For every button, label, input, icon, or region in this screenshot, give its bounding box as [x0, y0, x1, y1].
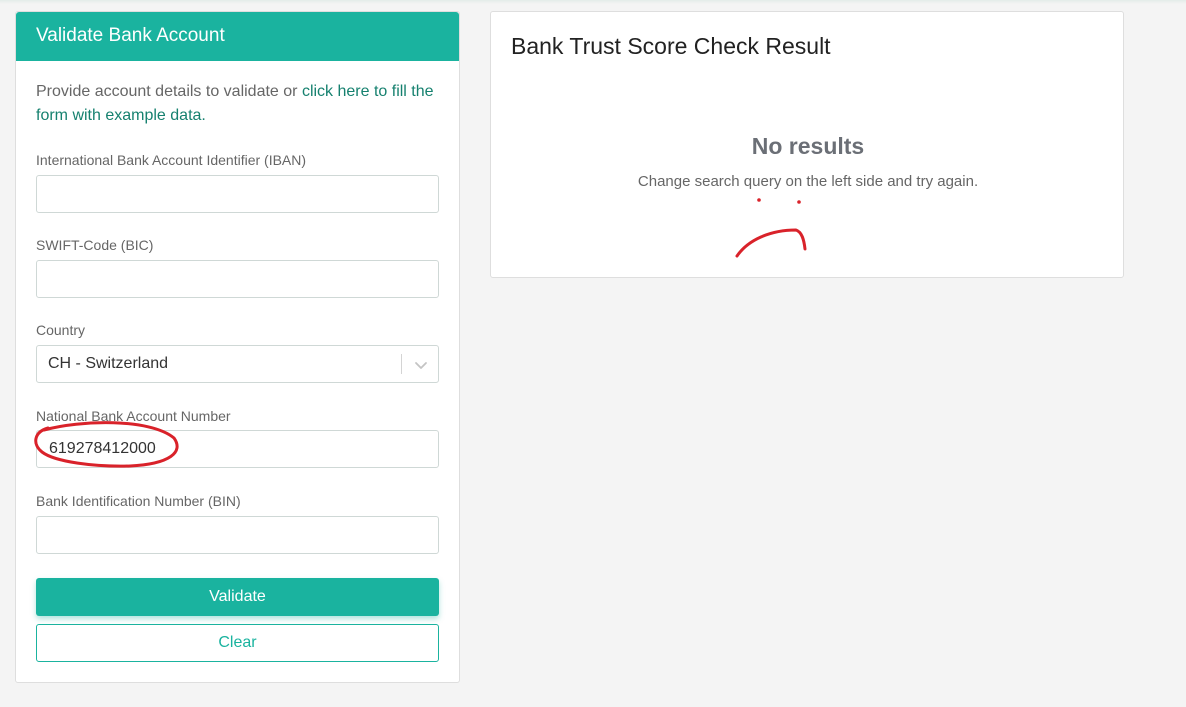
bin-label: Bank Identification Number (BIN)	[36, 493, 241, 509]
no-results-heading: No results	[751, 133, 865, 159]
top-strip	[0, 0, 1186, 4]
select-divider	[401, 354, 402, 374]
bin-input[interactable]	[36, 516, 439, 554]
result-panel-title: Bank Trust Score Check Result	[511, 33, 831, 59]
panel-header: Validate Bank Account	[16, 12, 459, 61]
intro-text-plain: Provide account details to validate or	[36, 83, 302, 100]
validate-button[interactable]: Validate	[36, 578, 439, 616]
country-label: Country	[36, 322, 86, 338]
national-account-input[interactable]	[36, 430, 439, 468]
country-select-value: CH - Switzerland	[48, 355, 169, 372]
iban-label: International Bank Account Identifier (I…	[36, 152, 307, 168]
iban-input[interactable]	[36, 175, 439, 213]
national-account-label: National Bank Account Number	[36, 408, 231, 424]
result-panel: Bank Trust Score Check Result No results…	[490, 11, 1124, 278]
validate-bank-account-panel: Validate Bank Account Provide account de…	[15, 11, 460, 683]
bic-label: SWIFT-Code (BIC)	[36, 237, 154, 253]
bic-input[interactable]	[36, 260, 439, 298]
chevron-down-icon[interactable]	[412, 356, 430, 374]
intro-text: Provide account details to validate or c…	[36, 80, 446, 128]
no-results-hint: Change search query on the left side and…	[637, 173, 979, 190]
country-select[interactable]: CH - Switzerland	[36, 345, 439, 383]
clear-button[interactable]: Clear	[36, 624, 439, 662]
